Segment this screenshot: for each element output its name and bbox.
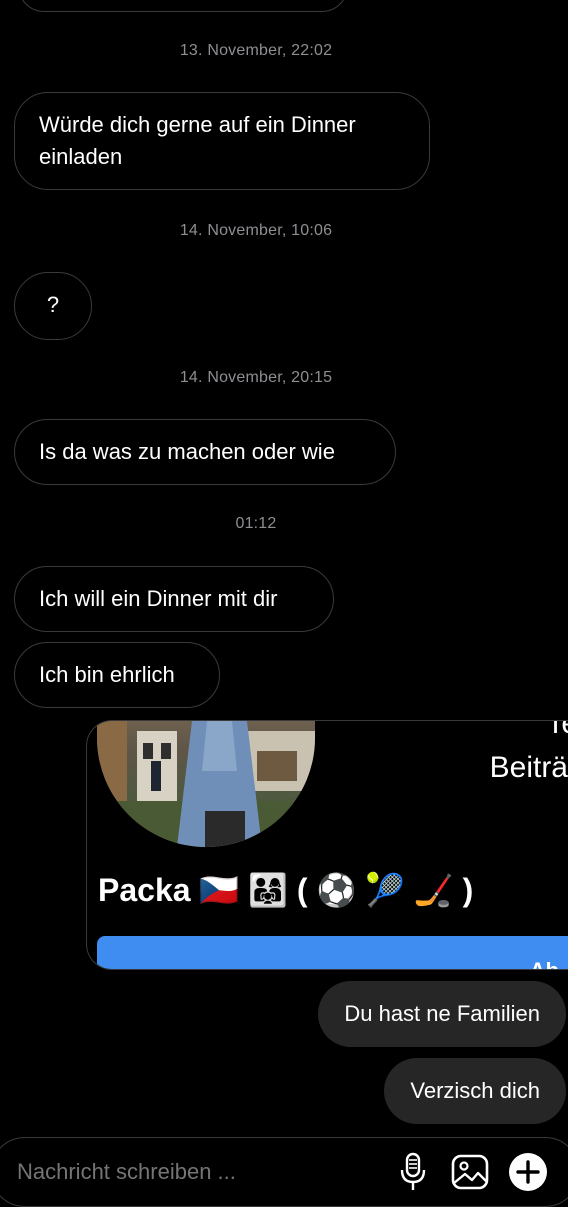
profile-button-label: Ab (530, 958, 559, 969)
profile-name: Packa 🇨🇿 👨‍👩‍👧 ( ⚽ 🎾 🏒 ) (98, 872, 474, 908)
incoming-message[interactable]: Ich will ein Dinner mit dir (14, 566, 334, 632)
profile-stat-partial: Te (546, 720, 568, 740)
image-icon[interactable] (451, 1154, 489, 1190)
incoming-message[interactable]: Würde dich gerne auf ein Dinner einladen (14, 92, 430, 190)
microphone-icon[interactable] (396, 1152, 430, 1192)
timestamp: 14. November, 10:06 (179, 222, 333, 239)
plus-icon[interactable] (509, 1153, 547, 1191)
profile-posts-label: Beiträ (489, 751, 568, 784)
outgoing-message[interactable]: Du hast ne Familien (318, 981, 566, 1047)
profile-avatar[interactable] (97, 721, 315, 847)
timestamp: 14. November, 20:15 (179, 369, 333, 386)
timestamp: 01:12 (235, 515, 277, 532)
previous-message-bubble-edge (18, 0, 348, 12)
shared-profile-card[interactable]: Te Beiträ Packa 🇨🇿 👨‍👩‍👧 ( ⚽ 🎾 🏒 ) Ab (86, 720, 568, 970)
incoming-message[interactable]: Ich bin ehrlich (14, 642, 220, 708)
avatar-photo-icon (97, 721, 315, 847)
timestamp: 13. November, 22:02 (179, 42, 333, 59)
message-input[interactable] (15, 1152, 369, 1192)
profile-follow-button[interactable]: Ab (97, 936, 568, 969)
incoming-message[interactable]: ? (14, 272, 92, 340)
incoming-message[interactable]: Is da was zu machen oder wie (14, 419, 396, 485)
message-composer (0, 1137, 568, 1207)
outgoing-message[interactable]: Verzisch dich (384, 1058, 566, 1124)
